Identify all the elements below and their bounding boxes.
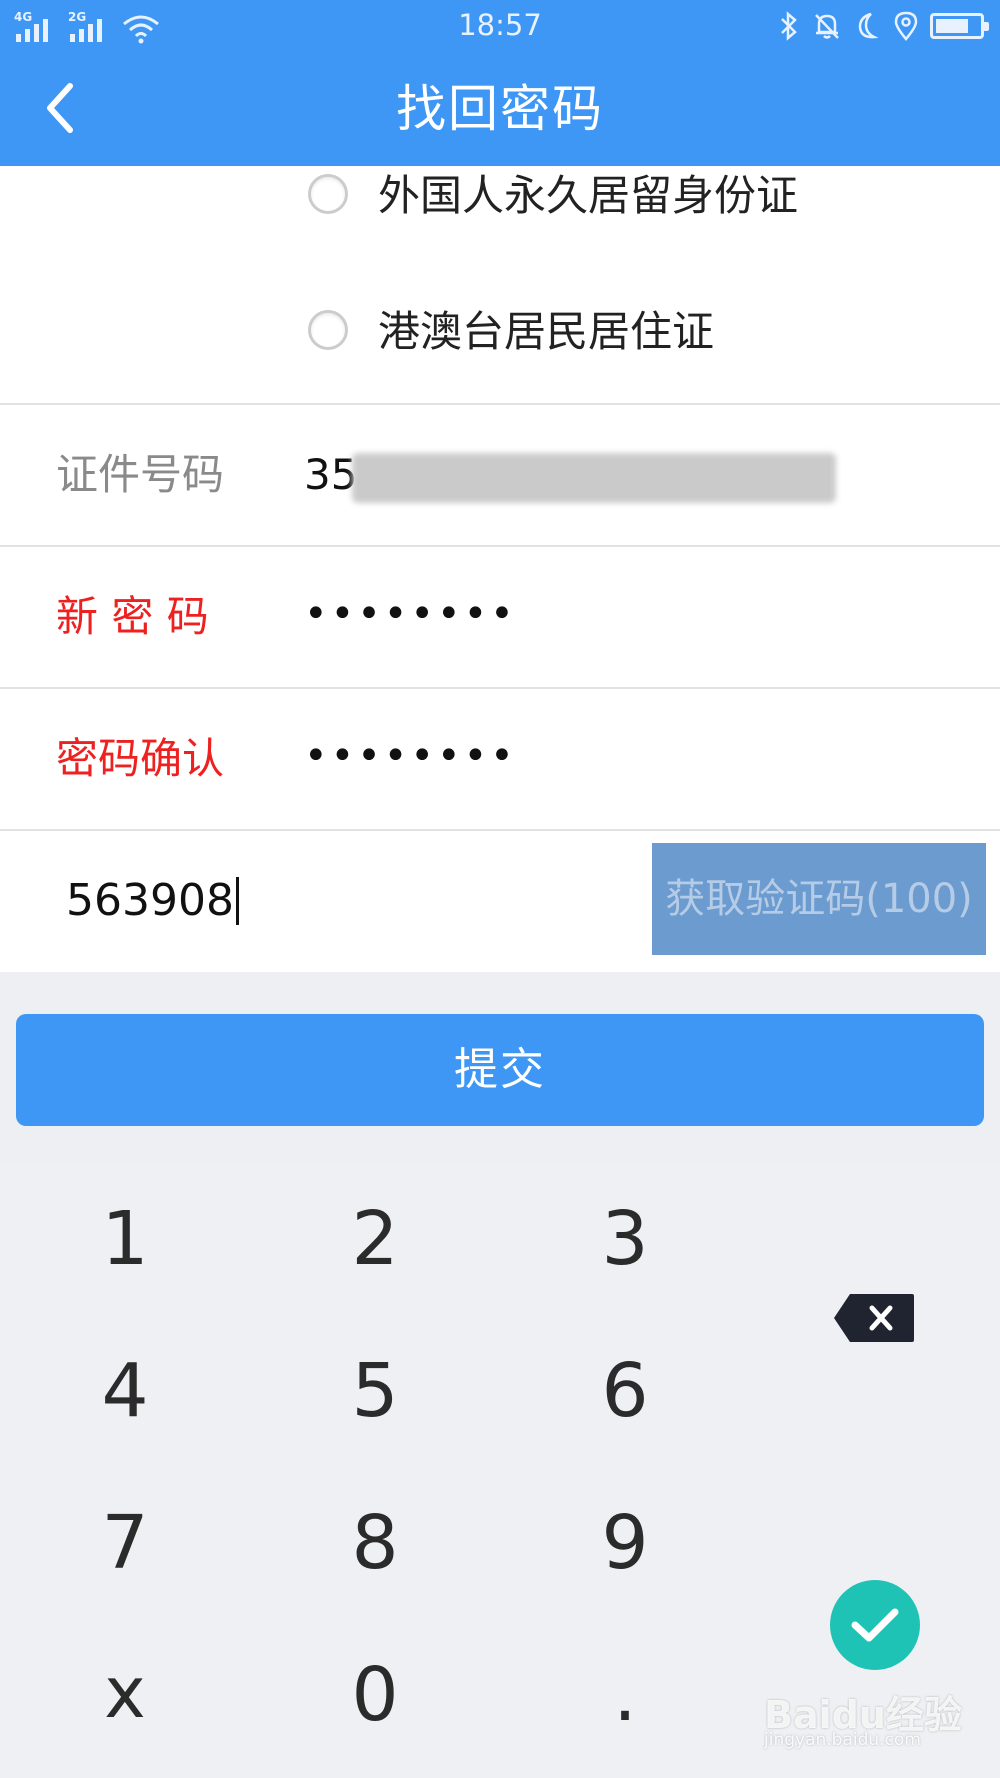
id-number-input[interactable]: 35 [304, 405, 357, 545]
id-number-label: 证件号码 [56, 450, 225, 499]
key-6[interactable]: 6 [500, 1316, 750, 1466]
key-dot[interactable]: . [500, 1620, 750, 1770]
id-type-option-foreign-permanent[interactable]: 外国人永久居留身份证 [0, 156, 1000, 236]
radio-button-hk-macao-taiwan[interactable] [308, 310, 348, 350]
radio-label: 外国人永久居留身份证 [378, 171, 799, 220]
radio-button-foreign-permanent[interactable] [308, 174, 348, 214]
new-password-label: 新 密 码 [56, 592, 209, 641]
get-verification-code-button[interactable]: 获取验证码(100) [652, 843, 986, 955]
key-9[interactable]: 9 [500, 1468, 750, 1618]
key-4[interactable]: 4 [0, 1316, 250, 1466]
new-password-input[interactable]: •••••••• [304, 547, 517, 687]
back-button[interactable] [30, 78, 90, 138]
confirm-password-row: 密码确认 •••••••• [0, 689, 1000, 829]
id-number-row: 证件号码 35 [0, 405, 1000, 545]
key-2[interactable]: 2 [250, 1164, 500, 1314]
confirm-password-input[interactable]: •••••••• [304, 689, 517, 829]
key-8[interactable]: 8 [250, 1468, 500, 1618]
page-title: 找回密码 [396, 80, 604, 138]
numeric-keypad: 1 2 3 4 5 6 7 8 9 x 0 . [0, 1164, 1000, 1778]
checkmark-icon [851, 1608, 899, 1642]
verification-code-value: 563908 [66, 875, 234, 926]
verification-row: 563908 获取验证码(100) [0, 831, 1000, 971]
battery-icon [930, 13, 989, 39]
submit-button[interactable]: 提交 [16, 1014, 984, 1126]
id-type-option-hk-macao-taiwan[interactable]: 港澳台居民居住证 [0, 292, 1000, 372]
submit-area: 提交 [0, 972, 1000, 1164]
bell-off-icon [815, 14, 839, 39]
app-header: 找回密码 [0, 52, 1000, 166]
key-x[interactable]: x [0, 1618, 250, 1768]
moon-icon [858, 12, 879, 39]
key-1[interactable]: 1 [0, 1164, 250, 1314]
redaction-blur [352, 453, 836, 503]
key-3[interactable]: 3 [500, 1164, 750, 1314]
backspace-icon[interactable] [832, 1292, 916, 1344]
bluetooth-icon [781, 11, 797, 41]
location-icon [894, 11, 918, 41]
keypad-confirm-button[interactable] [830, 1580, 920, 1670]
status-right-group [778, 10, 989, 42]
chevron-left-icon [47, 83, 73, 133]
verification-code-input[interactable]: 563908 [66, 831, 239, 971]
battery-level [936, 19, 968, 33]
key-5[interactable]: 5 [250, 1316, 500, 1466]
text-caret [235, 877, 239, 925]
key-7[interactable]: 7 [0, 1468, 250, 1618]
radio-label: 港澳台居民居住证 [378, 307, 715, 356]
new-password-row: 新 密 码 •••••••• [0, 547, 1000, 687]
key-0[interactable]: 0 [250, 1620, 500, 1770]
confirm-password-label: 密码确认 [56, 734, 225, 783]
status-bar: 4G 2G 18:57 [0, 0, 1000, 52]
